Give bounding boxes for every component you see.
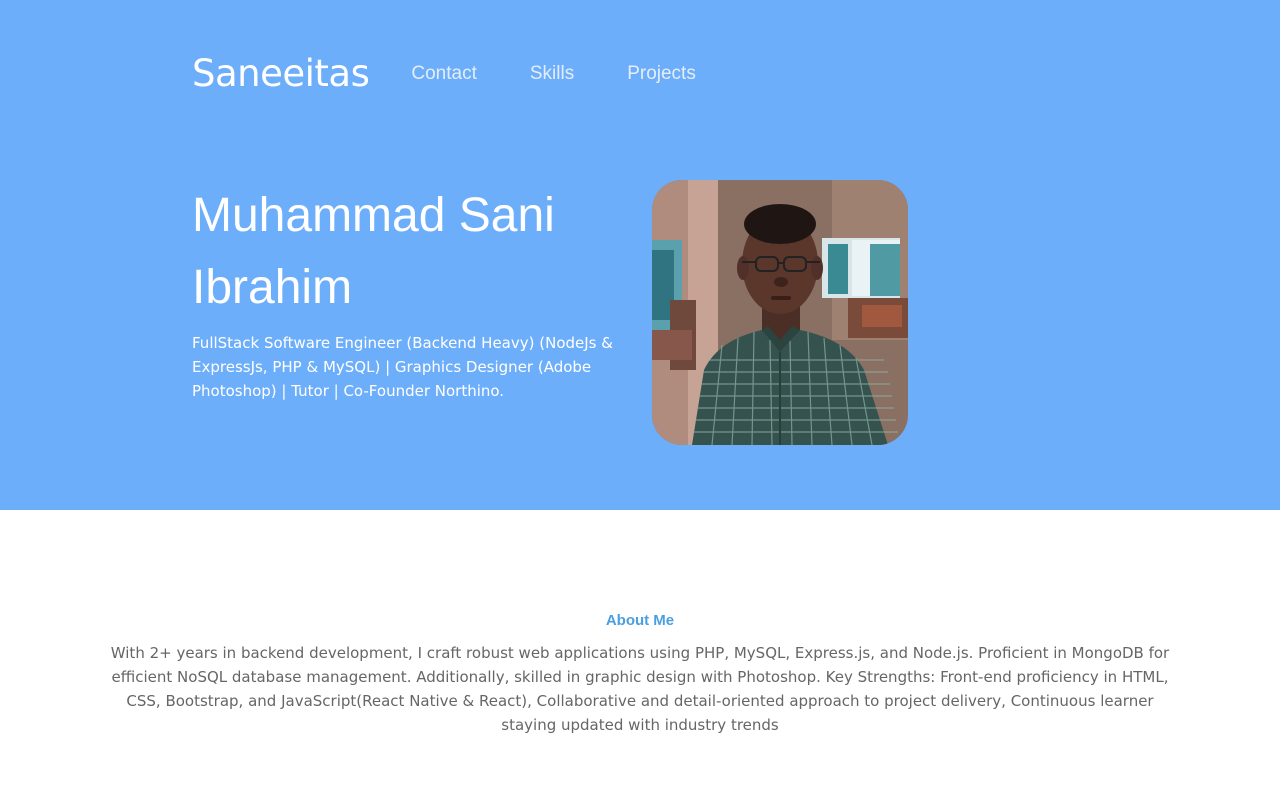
brand-logo[interactable]: Saneeitas <box>192 52 370 96</box>
hero-section: Saneeitas Contact Skills Projects Muhamm… <box>0 0 1280 510</box>
hero-name: Muhammad Sani Ibrahim <box>192 189 555 314</box>
nav-link-projects[interactable]: Projects <box>627 52 696 96</box>
hero-tagline: FullStack Software Engineer (Backend Hea… <box>192 334 613 400</box>
profile-photo <box>652 180 908 445</box>
top-nav: Saneeitas Contact Skills Projects <box>192 52 749 96</box>
about-title: About Me <box>605 612 675 629</box>
nav-link-skills[interactable]: Skills <box>530 52 574 96</box>
about-text: With 2+ years in backend development, I … <box>110 644 1170 734</box>
nav-link-contact[interactable]: Contact <box>411 52 476 96</box>
